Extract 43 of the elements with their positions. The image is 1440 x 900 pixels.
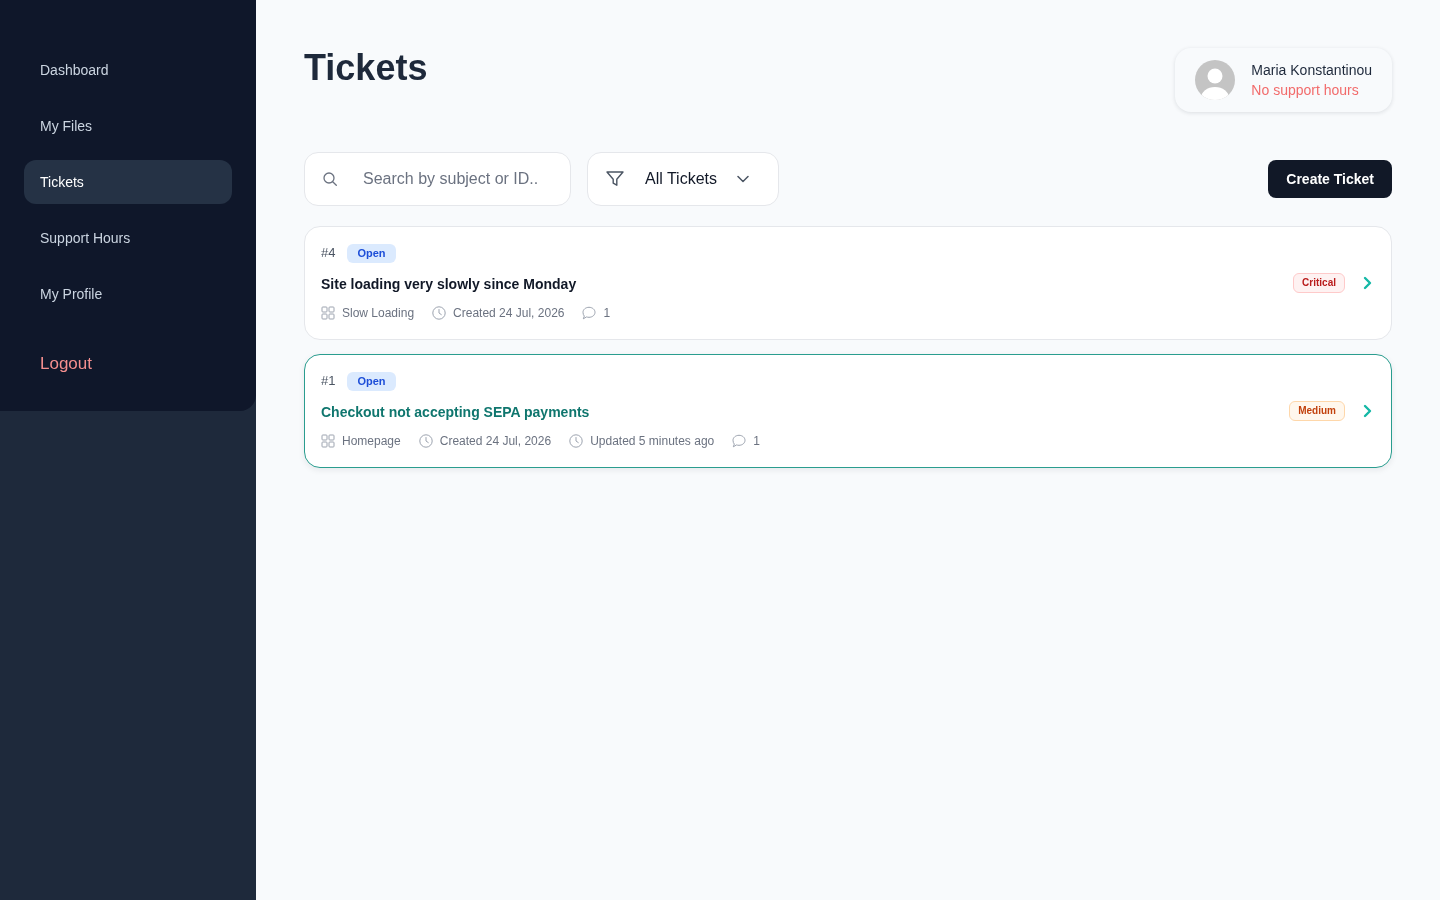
sidebar-item[interactable]: My Files	[24, 104, 232, 148]
speech-bubble-icon	[732, 434, 747, 448]
meta-text: Updated 5 minutes ago	[590, 433, 715, 450]
sidebar-item[interactable]: My Profile	[24, 272, 232, 316]
meta-text: Created 24 Jul, 2026	[439, 433, 552, 450]
avatar-icon	[1195, 60, 1236, 100]
page-title: Tickets	[304, 48, 428, 88]
grid-icon	[321, 434, 335, 448]
clock-icon	[432, 306, 447, 320]
sidebar-item[interactable]: Tickets	[24, 160, 232, 204]
filter-dropdown[interactable]: All Tickets	[587, 152, 779, 206]
meta-text: Created 24 Jul, 2026	[453, 305, 565, 322]
search-field[interactable]: Search by subject or ID..	[304, 152, 571, 206]
create-ticket-button[interactable]: Create Ticket	[1268, 160, 1392, 198]
chevron-right-icon[interactable]	[1363, 404, 1373, 418]
clock-icon	[569, 434, 584, 448]
ticket-id: #1	[321, 372, 336, 391]
ticket-id: #4	[321, 244, 336, 263]
meta-text: Slow Loading	[342, 305, 415, 322]
comment-count: 1	[603, 305, 611, 322]
user-name: Maria Konstantinou	[1251, 61, 1372, 80]
sidebar-item[interactable]: Dashboard	[24, 48, 232, 92]
grid-icon	[321, 306, 335, 320]
user-card[interactable]: Maria Konstantinou No support hours	[1175, 48, 1392, 112]
priority-badge: Critical	[1293, 273, 1345, 293]
status-badge: Open	[347, 243, 396, 263]
status-badge: Open	[347, 371, 396, 391]
search-icon	[323, 172, 337, 186]
ticket-card[interactable]: #4 Open Site loading very slowly since Monday Slow Loading Created 24 Jul, 2026 1 Critical	[304, 226, 1392, 340]
support-hours-status: No support hours	[1251, 81, 1360, 100]
logout-link[interactable]: Logout	[24, 344, 108, 384]
sidebar-item[interactable]: Support Hours	[24, 216, 232, 260]
clock-icon	[418, 434, 433, 448]
meta-text: Homepage	[342, 433, 401, 450]
chevron-down-icon	[737, 175, 749, 183]
chevron-right-icon[interactable]	[1363, 276, 1373, 290]
ticket-card[interactable]: #1 Open Checkout not accepting SEPA payments Homepage Created 24 Jul, 2026 Updated 5 minutes ago 1 Medium	[304, 354, 1392, 468]
priority-badge: Medium	[1289, 401, 1345, 421]
comment-count: 1	[753, 433, 760, 450]
ticket-title: Checkout not accepting SEPA payments	[321, 403, 591, 422]
filter-icon	[606, 171, 624, 187]
ticket-title: Site loading very slowly since Monday	[321, 275, 578, 294]
speech-bubble-icon	[582, 306, 597, 320]
